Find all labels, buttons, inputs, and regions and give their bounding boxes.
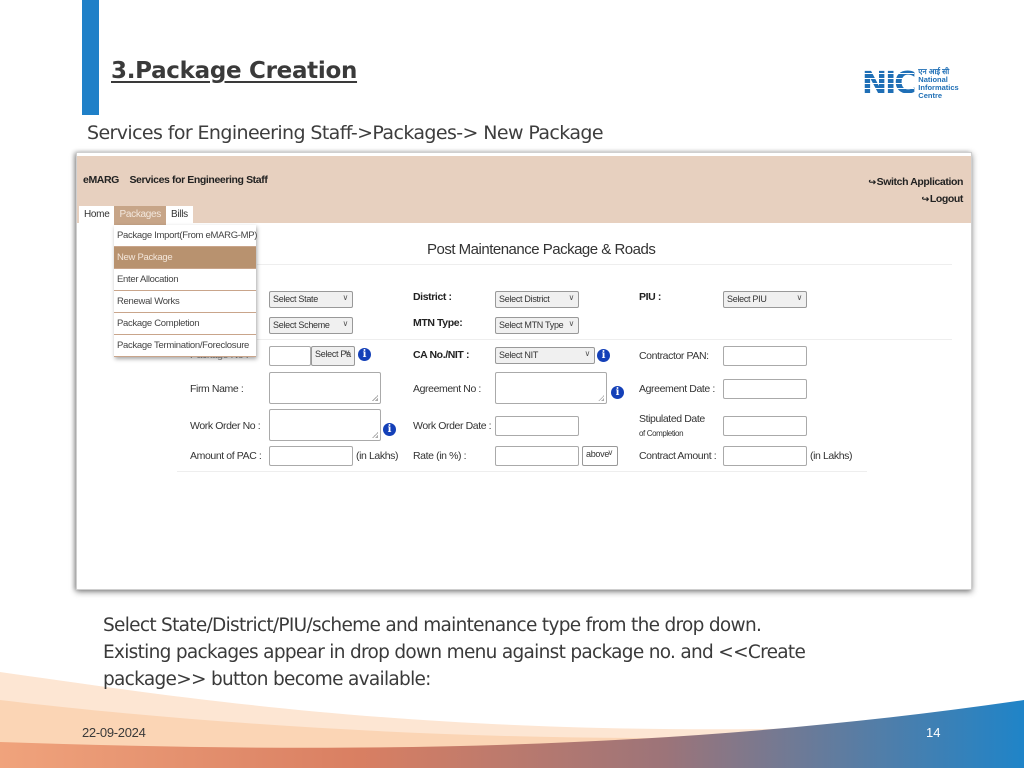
work-order-no-label: Work Order No : bbox=[190, 420, 261, 432]
stipulated-date-sublabel: of Completion bbox=[639, 429, 684, 438]
brand-name: eMARG bbox=[83, 174, 119, 186]
chevron-down-icon: ∨ bbox=[607, 448, 613, 457]
info-icon[interactable]: i bbox=[597, 349, 610, 362]
info-icon[interactable]: i bbox=[383, 423, 396, 436]
rate-direction-select[interactable]: above ∨ bbox=[582, 446, 618, 466]
contractor-pan-label: Contractor PAN: bbox=[639, 350, 709, 362]
chevron-down-icon: ∨ bbox=[568, 293, 574, 302]
contractor-pan-input[interactable] bbox=[723, 346, 807, 366]
chevron-down-icon: ∨ bbox=[796, 293, 802, 302]
piu-select[interactable]: Select PIU ∨ bbox=[723, 291, 807, 308]
rate-input[interactable] bbox=[495, 446, 579, 466]
stipulated-date-label: Stipulated Date bbox=[639, 413, 705, 425]
agreement-date-label: Agreement Date : bbox=[639, 383, 715, 395]
contract-amount-label: Contract Amount : bbox=[639, 450, 717, 462]
divider bbox=[257, 264, 952, 265]
logout-link[interactable]: ↪Logout bbox=[869, 191, 964, 208]
chevron-down-icon: ∨ bbox=[344, 348, 350, 357]
mtn-type-label: MTN Type: bbox=[413, 317, 463, 329]
rate-label: Rate (in %) : bbox=[413, 450, 467, 462]
slide-description: Select State/District/PIU/scheme and mai… bbox=[103, 615, 806, 690]
piu-label: PIU : bbox=[639, 291, 661, 303]
nic-logo-text: एन आई सी National Informatics Centre bbox=[918, 67, 959, 100]
app-header: eMARG Services for Engineering Staff ↪Sw… bbox=[77, 156, 971, 226]
page-number: 14 bbox=[926, 725, 941, 740]
menu-item-renewal-works[interactable]: Renewal Works bbox=[114, 291, 256, 313]
switch-icon: ↪ bbox=[868, 177, 877, 187]
agreement-date-input[interactable] bbox=[723, 379, 807, 399]
menu-item-enter-allocation[interactable]: Enter Allocation bbox=[114, 269, 256, 291]
stipulated-date-input[interactable] bbox=[723, 416, 807, 436]
packages-dropdown-menu: Package Import(From eMARG-MP) New Packag… bbox=[114, 225, 257, 357]
tab-bills[interactable]: Bills bbox=[166, 206, 193, 226]
form-title: Post Maintenance Package & Roads bbox=[427, 241, 656, 258]
agreement-no-textarea[interactable] bbox=[495, 372, 607, 404]
divider bbox=[177, 471, 867, 472]
mtn-type-select[interactable]: Select MTN Type ∨ bbox=[495, 317, 579, 334]
amount-pac-unit: (in Lakhs) bbox=[356, 450, 399, 462]
footer-date: 22-09-2024 bbox=[82, 725, 146, 740]
contract-amount-unit: (in Lakhs) bbox=[810, 450, 853, 462]
contract-amount-input[interactable] bbox=[723, 446, 807, 466]
district-select[interactable]: Select District ∨ bbox=[495, 291, 579, 308]
work-order-no-textarea[interactable] bbox=[269, 409, 381, 441]
tab-packages[interactable]: Packages bbox=[114, 206, 167, 226]
amount-pac-label: Amount of PAC : bbox=[190, 450, 262, 462]
app-screenshot: eMARG Services for Engineering Staff ↪Sw… bbox=[76, 152, 972, 590]
chevron-down-icon: ∨ bbox=[342, 293, 348, 302]
firm-name-label: Firm Name : bbox=[190, 383, 244, 395]
chevron-down-icon: ∨ bbox=[342, 319, 348, 328]
nic-logo: NIC एन आई सी National Informatics Centre bbox=[862, 64, 978, 104]
info-icon[interactable]: i bbox=[611, 386, 624, 399]
amount-pac-input[interactable] bbox=[269, 446, 353, 466]
work-order-date-label: Work Order Date : bbox=[413, 420, 492, 432]
firm-name-textarea[interactable] bbox=[269, 372, 381, 404]
header-links: ↪Switch Application ↪Logout bbox=[869, 174, 964, 208]
package-select[interactable]: Select Pa ∨ bbox=[311, 346, 355, 366]
accent-bar bbox=[82, 0, 99, 115]
menu-item-package-termination[interactable]: Package Termination/Foreclosure bbox=[114, 335, 256, 357]
info-icon[interactable]: i bbox=[358, 348, 371, 361]
district-label: District : bbox=[413, 291, 452, 303]
divider bbox=[257, 339, 952, 340]
state-select[interactable]: Select State ∨ bbox=[269, 291, 353, 308]
work-order-date-input[interactable] bbox=[495, 416, 579, 436]
scheme-select[interactable]: Select Scheme ∨ bbox=[269, 317, 353, 334]
chevron-down-icon: ∨ bbox=[584, 349, 590, 358]
nit-select[interactable]: Select NIT ∨ bbox=[495, 347, 595, 364]
module-name: Services for Engineering Staff bbox=[129, 174, 268, 186]
ca-nit-label: CA No./NIT : bbox=[413, 349, 470, 361]
switch-application-link[interactable]: ↪Switch Application bbox=[869, 174, 964, 191]
chevron-down-icon: ∨ bbox=[568, 319, 574, 328]
menu-item-new-package[interactable]: New Package bbox=[114, 247, 256, 269]
menu-item-package-completion[interactable]: Package Completion bbox=[114, 313, 256, 335]
menu-item-package-import[interactable]: Package Import(From eMARG-MP) bbox=[114, 225, 257, 247]
app-brand: eMARG Services for Engineering Staff bbox=[83, 174, 268, 186]
nav-tabs: Home Packages Bills bbox=[79, 206, 193, 226]
breadcrumb: Services for Engineering Staff->Packages… bbox=[87, 122, 604, 144]
slide-title: 3.Package Creation bbox=[111, 58, 358, 84]
agreement-no-label: Agreement No : bbox=[413, 383, 481, 395]
tab-home[interactable]: Home bbox=[79, 206, 115, 226]
nic-logo-mark: NIC bbox=[862, 66, 916, 101]
logout-icon: ↪ bbox=[921, 194, 930, 204]
package-no-input[interactable] bbox=[269, 346, 311, 366]
